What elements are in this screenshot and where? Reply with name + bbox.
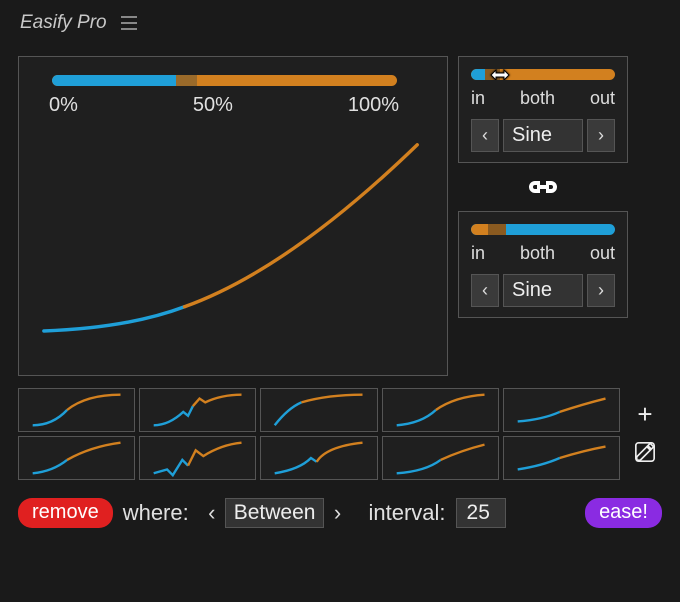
ease-in-slider[interactable] [471, 69, 615, 80]
preset-3[interactable] [260, 388, 377, 432]
preset-5[interactable] [503, 388, 620, 432]
app-title: Easify Pro [20, 12, 107, 34]
where-label: where: [123, 500, 189, 526]
ease-in-block: in both out ‹ Sine › [458, 56, 628, 163]
ease-in-mode-out[interactable]: out [590, 88, 615, 109]
menu-icon[interactable] [121, 16, 137, 30]
percent-slider[interactable] [52, 75, 397, 86]
preset-grid [18, 388, 620, 480]
ease-in-prev-button[interactable]: ‹ [471, 119, 499, 152]
preset-2[interactable] [139, 388, 256, 432]
where-next-button[interactable]: › [324, 498, 350, 528]
interval-value[interactable]: 25 [456, 498, 506, 528]
where-prev-button[interactable]: ‹ [199, 498, 225, 528]
ease-out-mode-labels: in both out [471, 243, 615, 264]
preset-10[interactable] [503, 436, 620, 480]
ease-out-mode-out[interactable]: out [590, 243, 615, 264]
where-value[interactable]: Between [225, 498, 325, 528]
ease-out-prev-button[interactable]: ‹ [471, 274, 499, 307]
pct-50: 50% [193, 94, 233, 117]
link-icon[interactable] [523, 175, 563, 199]
preset-7[interactable] [139, 436, 256, 480]
preset-1[interactable] [18, 388, 135, 432]
ease-in-next-button[interactable]: › [587, 119, 615, 152]
pct-0: 0% [49, 94, 78, 117]
curve-graph-panel: 0% 50% 100% [18, 56, 448, 376]
ease-out-curve-name[interactable]: Sine [503, 274, 583, 307]
preset-8[interactable] [260, 436, 377, 480]
drag-handle-icon[interactable] [488, 69, 512, 80]
ease-in-mode-both[interactable]: both [520, 88, 555, 109]
preset-4[interactable] [382, 388, 499, 432]
preset-6[interactable] [18, 436, 135, 480]
ease-out-next-button[interactable]: › [587, 274, 615, 307]
ease-out-slider[interactable] [471, 224, 615, 235]
preset-9[interactable] [382, 436, 499, 480]
percent-labels: 0% 50% 100% [49, 94, 399, 117]
ease-in-mode-labels: in both out [471, 88, 615, 109]
ease-curve [39, 137, 427, 350]
ease-out-block: in both out ‹ Sine › [458, 211, 628, 318]
pct-100: 100% [348, 94, 399, 117]
ease-out-mode-in[interactable]: in [471, 243, 485, 264]
ease-in-curve-name[interactable]: Sine [503, 119, 583, 152]
ease-out-mode-both[interactable]: both [520, 243, 555, 264]
edit-preset-icon[interactable] [634, 441, 656, 467]
add-preset-icon[interactable]: + [637, 401, 652, 427]
interval-label: interval: [368, 500, 445, 526]
ease-button[interactable]: ease! [585, 498, 662, 528]
remove-button[interactable]: remove [18, 498, 113, 528]
ease-in-mode-in[interactable]: in [471, 88, 485, 109]
